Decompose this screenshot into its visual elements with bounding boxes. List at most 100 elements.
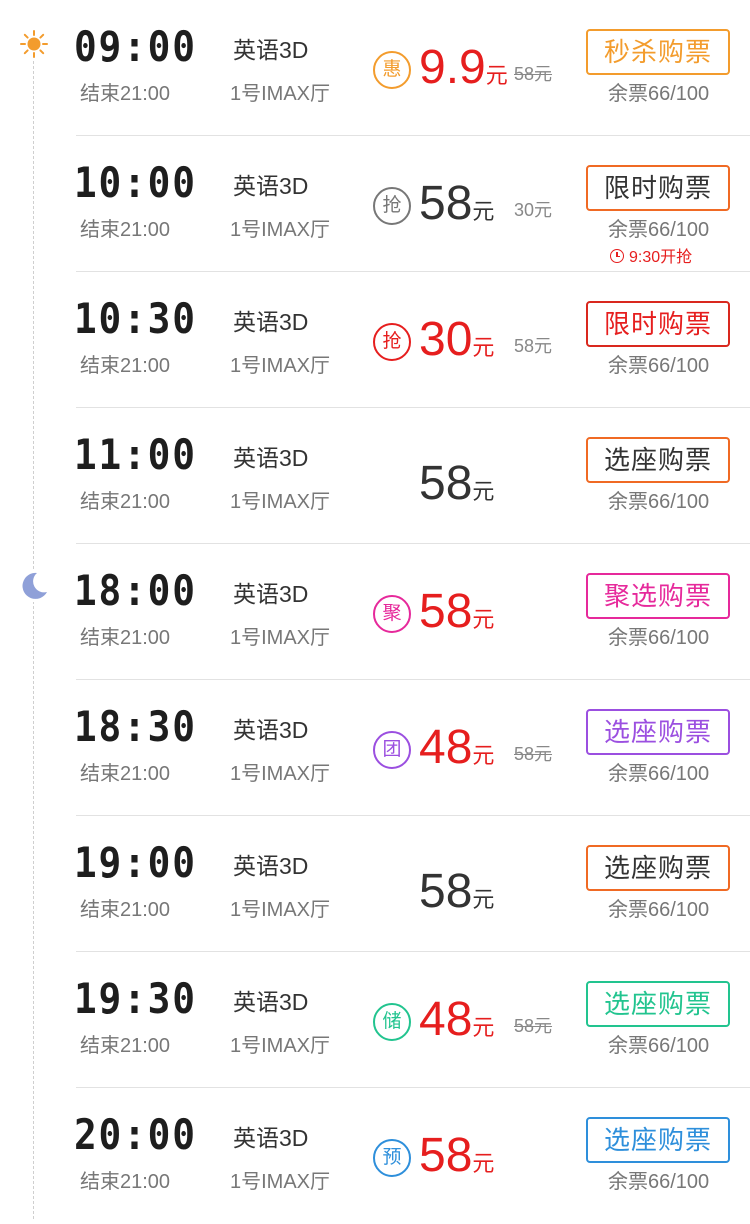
- end-time: 结束21:00: [80, 1035, 171, 1057]
- price: 58元: [419, 176, 494, 232]
- price-unit: 元: [472, 1015, 495, 1040]
- start-time: 19:00: [74, 838, 197, 887]
- showtime-row[interactable]: 18:30 结束21:00 英语3D 1号IMAX厅 团 48元 58元 选座购票余票66/1…: [0, 680, 750, 816]
- clock-icon: [610, 249, 624, 263]
- showtime-row[interactable]: 09:00 结束21:00 英语3D 1号IMAX厅 惠 9.9元 58元 秒杀购票 余票66/…: [0, 0, 750, 136]
- original-price: 58元: [514, 64, 553, 84]
- price: 58元: [419, 456, 494, 512]
- language-label: 英语3D: [233, 717, 309, 743]
- showtime-row[interactable]: 11:00 结束21:00 英语3D 1号IMAX厅 58元 选座购票 余票66/100: [0, 408, 750, 544]
- showtime-row[interactable]: 10:30 结束21:00 英语3D 1号IMAX厅 抢 30元 58元 限时购票余票66/1…: [0, 272, 750, 408]
- buy-ticket-button[interactable]: 选座购票: [586, 437, 730, 483]
- sale-start-notice: 9:30开抢: [610, 248, 692, 268]
- original-price: 58元: [514, 1016, 553, 1036]
- start-time: 20:00: [74, 1110, 197, 1159]
- start-time: 10:30: [74, 294, 197, 343]
- end-time: 结束21:00: [80, 83, 171, 105]
- promo-badge: 储: [373, 1003, 411, 1041]
- price: 48元: [419, 992, 494, 1048]
- hall-label: 1号IMAX厅: [230, 491, 331, 513]
- promo-badge: 团: [373, 731, 411, 769]
- start-time: 11:00: [74, 430, 197, 479]
- end-time: 结束21:00: [80, 899, 171, 921]
- original-price: 58元: [514, 336, 553, 356]
- buy-ticket-button[interactable]: 限时购票: [586, 301, 730, 347]
- end-time: 结束21:00: [80, 627, 171, 649]
- end-time: 结束21:00: [80, 491, 171, 513]
- remaining-tickets: 余票66/100: [608, 1035, 710, 1057]
- price: 30元: [419, 312, 494, 368]
- promo-badge: 抢: [373, 187, 411, 225]
- price-value: 48: [419, 993, 473, 1046]
- language-label: 英语3D: [233, 853, 309, 879]
- language-label: 英语3D: [233, 989, 309, 1015]
- price-unit: 元: [472, 607, 495, 632]
- start-time: 19:30: [74, 974, 197, 1023]
- original-price: 30元: [514, 200, 553, 220]
- price-unit: 元: [472, 887, 495, 912]
- price: 48元: [419, 720, 494, 776]
- language-label: 英语3D: [233, 581, 309, 607]
- price-value: 48: [419, 721, 473, 774]
- remaining-tickets: 余票66/100: [608, 627, 710, 649]
- promo-badge: 预: [373, 1139, 411, 1177]
- promo-badge: 抢: [373, 323, 411, 361]
- promo-badge: 聚: [373, 595, 411, 633]
- remaining-tickets: 余票66/100: [608, 763, 710, 785]
- end-time: 结束21:00: [80, 763, 171, 785]
- hall-label: 1号IMAX厅: [230, 355, 331, 377]
- price-unit: 元: [472, 743, 495, 768]
- buy-ticket-button[interactable]: 选座购票: [586, 1117, 730, 1163]
- start-time: 10:00: [74, 158, 197, 207]
- end-time: 结束21:00: [80, 1171, 171, 1193]
- buy-ticket-button[interactable]: 选座购票: [586, 981, 730, 1027]
- price-value: 58: [419, 585, 473, 638]
- hall-label: 1号IMAX厅: [230, 627, 331, 649]
- hall-label: 1号IMAX厅: [230, 1171, 331, 1193]
- price-value: 30: [419, 313, 473, 366]
- buy-ticket-button[interactable]: 选座购票: [586, 709, 730, 755]
- buy-ticket-button[interactable]: 限时购票: [586, 165, 730, 211]
- language-label: 英语3D: [233, 1125, 309, 1151]
- start-time: 18:30: [74, 702, 197, 751]
- remaining-tickets: 余票66/100: [608, 1171, 710, 1193]
- hall-label: 1号IMAX厅: [230, 83, 331, 105]
- hall-label: 1号IMAX厅: [230, 899, 331, 921]
- buy-ticket-button[interactable]: 选座购票: [586, 845, 730, 891]
- remaining-tickets: 余票66/100: [608, 355, 710, 377]
- hall-label: 1号IMAX厅: [230, 219, 331, 241]
- price-value: 58: [419, 865, 473, 918]
- language-label: 英语3D: [233, 173, 309, 199]
- language-label: 英语3D: [233, 37, 309, 63]
- remaining-tickets: 余票66/100: [608, 83, 710, 105]
- showtime-row[interactable]: 18:00 结束21:00 英语3D 1号IMAX厅 聚 58元 聚选购票余票66/100: [0, 544, 750, 680]
- showtime-row[interactable]: 19:30 结束21:00 英语3D 1号IMAX厅 储 48元 58元 选座购票余票66/1…: [0, 952, 750, 1088]
- showtime-row[interactable]: 20:00 结束21:00 英语3D 1号IMAX厅 预 58元 选座购票余票66/100: [0, 1088, 750, 1224]
- price-value: 58: [419, 177, 473, 230]
- language-label: 英语3D: [233, 309, 309, 335]
- price: 58元: [419, 1128, 494, 1184]
- promo-badge: 惠: [373, 51, 411, 89]
- remaining-tickets: 余票66/100: [608, 219, 710, 241]
- hall-label: 1号IMAX厅: [230, 763, 331, 785]
- remaining-tickets: 余票66/100: [608, 899, 710, 921]
- price-unit: 元: [472, 1151, 495, 1176]
- end-time: 结束21:00: [80, 355, 171, 377]
- original-price: 58元: [514, 744, 553, 764]
- price: 58元: [419, 864, 494, 920]
- showtime-row[interactable]: 10:00 结束21:00 英语3D 1号IMAX厅 抢 58元 30元 限时购票余票66/1…: [0, 136, 750, 272]
- price-value: 58: [419, 1129, 473, 1182]
- buy-ticket-button[interactable]: 秒杀购票: [586, 29, 730, 75]
- end-time: 结束21:00: [80, 219, 171, 241]
- start-time: 18:00: [74, 566, 197, 615]
- language-label: 英语3D: [233, 445, 309, 471]
- buy-ticket-button[interactable]: 聚选购票: [586, 573, 730, 619]
- price-value: 9.9: [419, 41, 486, 94]
- price-unit: 元: [472, 335, 495, 360]
- showtime-list: 09:00 结束21:00 英语3D 1号IMAX厅惠 9.9元 58元 秒杀购票 余票66/…: [0, 0, 750, 1224]
- price-unit: 元: [472, 479, 495, 504]
- hall-label: 1号IMAX厅: [230, 1035, 331, 1057]
- showtime-row[interactable]: 19:00 结束21:00 英语3D 1号IMAX厅 58元 选座购票余票66/100: [0, 816, 750, 952]
- price: 9.9元: [419, 40, 508, 96]
- price-value: 58: [419, 457, 473, 510]
